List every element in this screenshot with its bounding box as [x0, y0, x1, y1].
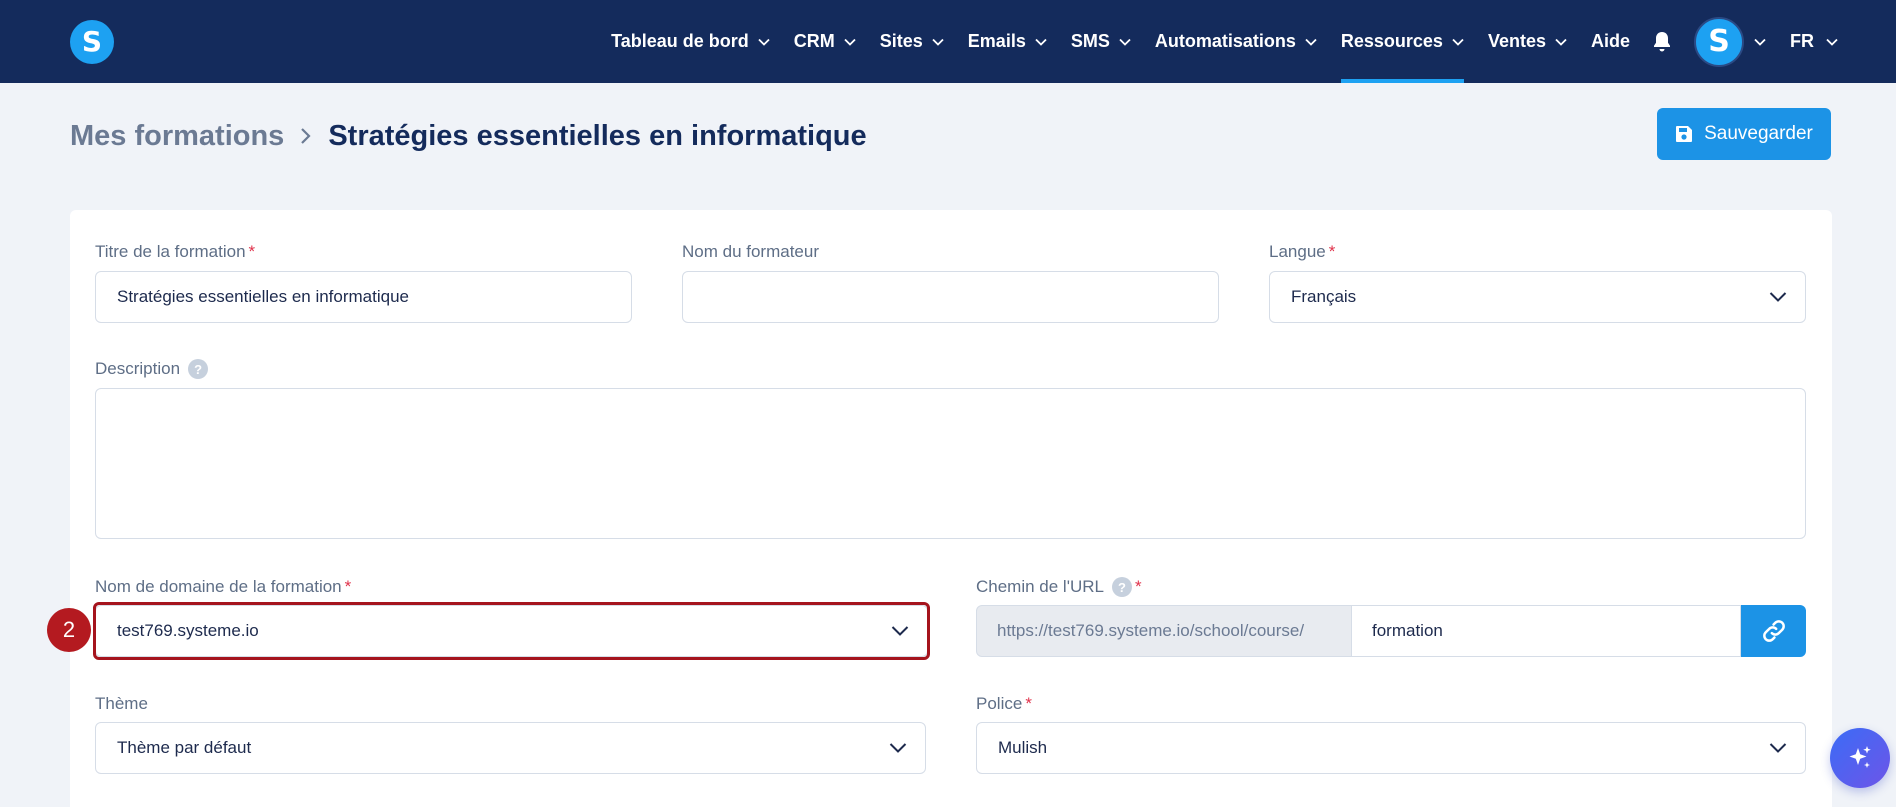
language-switcher[interactable]: FR: [1790, 31, 1838, 52]
description-textarea[interactable]: [95, 388, 1806, 539]
course-title-label-text: Titre de la formation: [95, 242, 246, 261]
floppy-disk-icon: [1676, 126, 1693, 142]
theme-select[interactable]: Thème par défaut: [95, 722, 926, 774]
save-button[interactable]: Sauvegarder: [1657, 108, 1831, 160]
help-icon[interactable]: ?: [1111, 577, 1132, 597]
step-number-badge: 2: [47, 608, 91, 652]
language-field-label-text: Langue: [1269, 242, 1326, 261]
nav-item-label: Emails: [967, 31, 1026, 51]
nav-item-crm[interactable]: CRM: [794, 0, 856, 83]
nav-item-label: CRM: [793, 31, 835, 51]
chevron-down-icon: [889, 743, 907, 754]
font-select-value: Mulish: [998, 738, 1048, 757]
language-select[interactable]: Français: [1269, 271, 1806, 323]
language-label: FR: [1790, 31, 1814, 51]
breadcrumb-root-link[interactable]: Mes formations: [70, 120, 284, 153]
course-title-input[interactable]: Stratégies essentielles en informatique: [95, 271, 632, 323]
course-title-label: Titre de la formation *: [95, 242, 255, 262]
font-label: Police *: [976, 694, 1032, 714]
chevron-down-icon: [758, 38, 770, 46]
domain-label: Nom de domaine de la formation *: [95, 577, 351, 597]
nav-item-emails[interactable]: Emails: [968, 0, 1047, 83]
required-mark: *: [248, 242, 256, 261]
nav-item-ventes[interactable]: Ventes: [1488, 0, 1567, 83]
nav-item-sms[interactable]: SMS: [1071, 0, 1131, 83]
avatar: S: [1694, 16, 1744, 67]
nav-item-label: Ventes: [1487, 31, 1546, 51]
font-select[interactable]: Mulish: [976, 722, 1806, 774]
required-mark: *: [1328, 242, 1336, 261]
nav-item-label: Automatisations: [1154, 31, 1296, 51]
course-settings-card: Titre de la formation * Stratégies essent…: [47, 210, 1832, 807]
theme-label: Thème: [95, 694, 148, 714]
required-mark: *: [344, 577, 352, 596]
description-label: Description?: [95, 359, 209, 379]
sparkles-icon: [1849, 746, 1871, 768]
nav-item-tableau-de-bord[interactable]: Tableau de bord: [611, 0, 770, 83]
chevron-down-icon: [1754, 38, 1766, 46]
language-select-value: Français: [1291, 287, 1357, 306]
url-prefix-text: https://test769.systeme.io/school/course…: [997, 621, 1305, 640]
domain-label-text: Nom de domaine de la formation: [95, 577, 342, 596]
nav-item-automatisations[interactable]: Automatisations: [1155, 0, 1317, 83]
nav-item-label: SMS: [1070, 31, 1110, 51]
chevron-down-icon: [844, 38, 856, 46]
chevron-down-icon: [1452, 38, 1464, 46]
author-name-label: Nom du formateur: [682, 242, 819, 262]
chevron-down-icon: [1305, 38, 1317, 46]
url-path-value: formation: [1372, 621, 1443, 640]
required-mark: *: [1134, 577, 1142, 596]
url-prefix: https://test769.systeme.io/school/course…: [976, 605, 1352, 657]
help-icon[interactable]: ?: [188, 359, 209, 379]
chevron-down-icon: [1826, 38, 1838, 46]
page-title: Stratégies essentielles en informatique: [328, 119, 867, 152]
chevron-down-icon: [1769, 292, 1787, 303]
chevron-right-icon: [300, 127, 312, 145]
url-path-label-text: Chemin de l'URL: [976, 577, 1104, 596]
top-navbar: S Tableau de bord CRM Sites Emails SMS A…: [0, 0, 1896, 83]
nav-item-aide[interactable]: Aide: [1591, 0, 1630, 83]
theme-select-value: Thème par défaut: [117, 738, 252, 757]
chevron-down-icon: [1769, 743, 1787, 754]
author-name-input[interactable]: [682, 271, 1219, 323]
nav-item-sites[interactable]: Sites: [880, 0, 944, 83]
step-highlight-frame: [93, 602, 930, 660]
chevron-down-icon: [1035, 38, 1047, 46]
chevron-down-icon: [1119, 38, 1131, 46]
nav-item-label: Sites: [879, 31, 923, 51]
notifications-button[interactable]: [1652, 31, 1672, 53]
bell-icon: [1654, 31, 1670, 51]
author-name-label-text: Nom du formateur: [682, 242, 819, 261]
course-title-value: Stratégies essentielles en informatique: [117, 287, 409, 306]
avatar-letter: S: [1708, 23, 1730, 59]
breadcrumb: Mes formations Stratégies essentielles e…: [70, 116, 867, 156]
nav-item-label: Aide: [1590, 31, 1630, 51]
link-icon: [1762, 620, 1785, 642]
save-button-label: Sauvegarder: [1704, 123, 1813, 144]
url-path-input[interactable]: formation: [1352, 605, 1741, 657]
systeme-logo[interactable]: S: [70, 20, 114, 64]
account-menu[interactable]: S: [1694, 16, 1766, 67]
language-field-label: Langue *: [1269, 242, 1335, 262]
chevron-down-icon: [932, 38, 944, 46]
open-url-button[interactable]: [1741, 605, 1806, 657]
main-menu: Tableau de bord CRM Sites Emails SMS Aut…: [611, 0, 1896, 83]
nav-item-ressources[interactable]: Ressources: [1340, 0, 1464, 83]
description-label-text: Description: [95, 359, 181, 378]
chevron-down-icon: [1555, 38, 1567, 46]
logo-letter: S: [81, 25, 103, 58]
nav-item-label: Ressources: [1340, 31, 1443, 51]
ai-assistant-button[interactable]: [1830, 728, 1890, 788]
theme-label-text: Thème: [95, 694, 148, 713]
font-label-text: Police: [976, 694, 1023, 713]
url-path-label: Chemin de l'URL? *: [976, 577, 1142, 597]
required-mark: *: [1025, 694, 1032, 713]
nav-item-label: Tableau de bord: [611, 31, 749, 51]
